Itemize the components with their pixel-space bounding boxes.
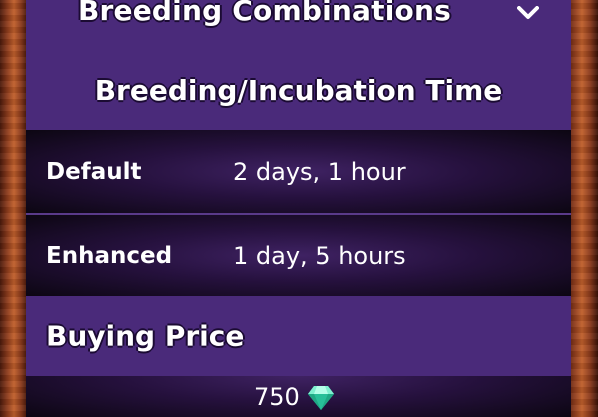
info-panel: Breeding Combinations Breeding/Incubatio…: [26, 0, 571, 417]
breeding-combinations-title: Breeding Combinations: [78, 0, 451, 27]
default-time-row: Default 2 days, 1 hour: [26, 130, 571, 213]
breeding-time-header: Breeding/Incubation Time: [26, 56, 571, 130]
enhanced-time-row: Enhanced 1 day, 5 hours: [26, 215, 571, 296]
breeding-combinations-header[interactable]: Breeding Combinations: [26, 0, 571, 40]
gem-icon: [307, 386, 334, 410]
default-label: Default: [46, 158, 142, 185]
price-value: 750: [254, 383, 300, 411]
breeding-time-title: Breeding/Incubation Time: [94, 73, 503, 107]
buying-price-title: Buying Price: [46, 319, 245, 353]
enhanced-label: Enhanced: [46, 242, 173, 269]
price-display: 750: [254, 382, 336, 412]
default-value: 2 days, 1 hour: [233, 157, 406, 186]
enhanced-value: 1 day, 5 hours: [233, 241, 406, 270]
price-row: 750: [26, 376, 571, 417]
buying-price-header: Buying Price: [26, 296, 571, 376]
left-wood-frame: [0, 0, 28, 417]
chevron-down-icon[interactable]: [517, 6, 539, 20]
